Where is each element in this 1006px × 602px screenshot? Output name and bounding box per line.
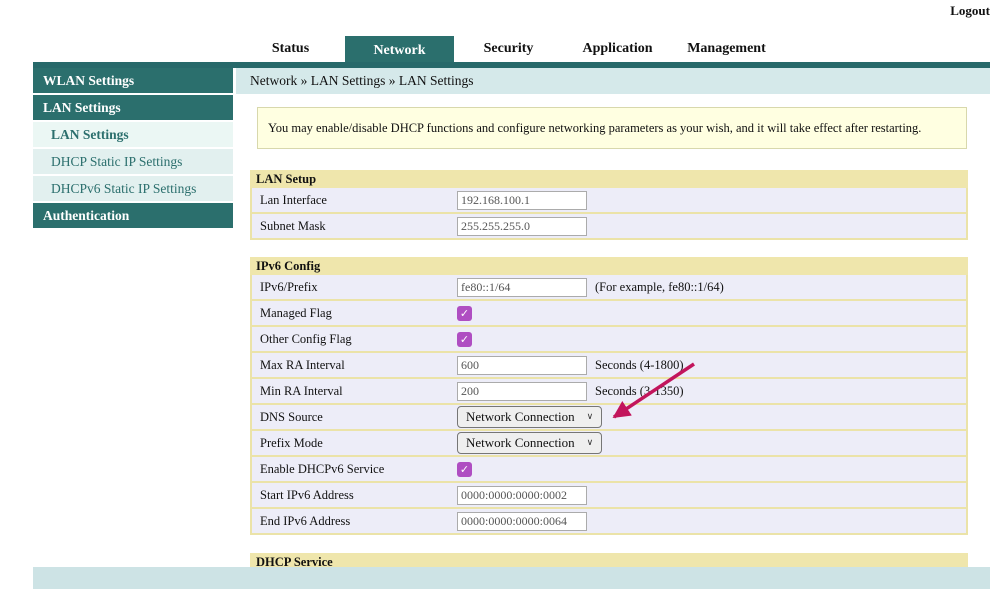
- lan-interface-label: Lan Interface: [252, 193, 457, 208]
- field-control: (For example, fe80::1/64): [457, 278, 966, 297]
- field-note: (For example, fe80::1/64): [595, 280, 724, 295]
- field-control: Network Connection ∨: [457, 432, 966, 454]
- select-value: Network Connection: [466, 409, 575, 425]
- enable-dhcpv6-service-label: Enable DHCPv6 Service: [252, 462, 457, 477]
- form-row-ipv6-prefix: IPv6/Prefix (For example, fe80::1/64): [252, 275, 966, 299]
- logout-link[interactable]: Logout: [950, 3, 990, 19]
- chevron-down-icon: ∨: [587, 412, 594, 422]
- field-control: [457, 217, 966, 236]
- sidebar-item-dhcp-static-ip-settings[interactable]: DHCP Static IP Settings: [33, 149, 233, 176]
- footer-band: [33, 567, 990, 589]
- tab-status[interactable]: Status: [236, 36, 345, 62]
- dns-source-select[interactable]: Network Connection ∨: [457, 406, 602, 428]
- prefix-mode-select[interactable]: Network Connection ∨: [457, 432, 602, 454]
- tab-management[interactable]: Management: [672, 36, 781, 62]
- ipv6-prefix-input[interactable]: [457, 278, 587, 297]
- field-control: [457, 512, 966, 531]
- field-note: Seconds (4-1800): [595, 358, 684, 373]
- end-ipv6-address-input[interactable]: [457, 512, 587, 531]
- start-ipv6-address-label: Start IPv6 Address: [252, 488, 457, 503]
- sidebar-menu: WLAN SettingsLAN SettingsLAN SettingsDHC…: [33, 68, 233, 230]
- other-config-flag-checkbox[interactable]: ✓: [457, 332, 472, 347]
- select-value: Network Connection: [466, 435, 575, 451]
- enable-dhcpv6-service-checkbox[interactable]: ✓: [457, 462, 472, 477]
- subnet-mask-input[interactable]: [457, 217, 587, 236]
- managed-flag-label: Managed Flag: [252, 306, 457, 321]
- form-row-dns-source: DNS Source Network Connection ∨: [252, 403, 966, 429]
- tab-security[interactable]: Security: [454, 36, 563, 62]
- form-row-max-ra-interval: Max RA Interval Seconds (4-1800): [252, 351, 966, 377]
- min-ra-interval-label: Min RA Interval: [252, 384, 457, 399]
- field-control: ✓: [457, 306, 966, 321]
- sidebar-group-authentication[interactable]: Authentication: [33, 203, 233, 230]
- min-ra-interval-input[interactable]: [457, 382, 587, 401]
- subnet-mask-label: Subnet Mask: [252, 219, 457, 234]
- ipv6-prefix-label: IPv6/Prefix: [252, 280, 457, 295]
- field-control: Network Connection ∨: [457, 406, 966, 428]
- field-control: Seconds (4-1800): [457, 356, 966, 375]
- breadcrumb: Network » LAN Settings » LAN Settings: [236, 68, 990, 94]
- max-ra-interval-label: Max RA Interval: [252, 358, 457, 373]
- section-lan-setup: LAN Setup Lan Interface Subnet Mask: [250, 170, 968, 240]
- section-body: Lan Interface Subnet Mask: [250, 188, 968, 240]
- form-row-managed-flag: Managed Flag✓: [252, 299, 966, 325]
- end-ipv6-address-label: End IPv6 Address: [252, 514, 457, 529]
- max-ra-interval-input[interactable]: [457, 356, 587, 375]
- form-row-prefix-mode: Prefix Mode Network Connection ∨: [252, 429, 966, 455]
- notice-text: You may enable/disable DHCP functions an…: [268, 121, 921, 136]
- section-ipv6-config: IPv6 Config IPv6/Prefix (For example, fe80…: [250, 257, 968, 535]
- sidebar-item-dhcpv6-static-ip-settings[interactable]: DHCPv6 Static IP Settings: [33, 176, 233, 203]
- notice-box: You may enable/disable DHCP functions an…: [257, 107, 967, 149]
- field-control: ✓: [457, 332, 966, 347]
- other-config-flag-label: Other Config Flag: [252, 332, 457, 347]
- form-row-lan-interface: Lan Interface: [252, 188, 966, 212]
- field-control: [457, 191, 966, 210]
- sidebar-item-lan-settings[interactable]: LAN Settings: [33, 122, 233, 149]
- chevron-down-icon: ∨: [587, 438, 594, 448]
- section-title-ipv6-config: IPv6 Config: [250, 257, 968, 275]
- field-note: Seconds (3-1350): [595, 384, 684, 399]
- sidebar-group-wlan-settings[interactable]: WLAN Settings: [33, 68, 233, 95]
- form-row-other-config-flag: Other Config Flag✓: [252, 325, 966, 351]
- form-row-enable-dhcpv6-service: Enable DHCPv6 Service✓: [252, 455, 966, 481]
- section-title-lan-setup: LAN Setup: [250, 170, 968, 188]
- field-control: [457, 486, 966, 505]
- form-row-end-ipv6-address: End IPv6 Address: [252, 507, 966, 533]
- prefix-mode-label: Prefix Mode: [252, 436, 457, 451]
- form-row-start-ipv6-address: Start IPv6 Address: [252, 481, 966, 507]
- dns-source-label: DNS Source: [252, 410, 457, 425]
- managed-flag-checkbox[interactable]: ✓: [457, 306, 472, 321]
- field-control: Seconds (3-1350): [457, 382, 966, 401]
- tab-application[interactable]: Application: [563, 36, 672, 62]
- start-ipv6-address-input[interactable]: [457, 486, 587, 505]
- lan-interface-input[interactable]: [457, 191, 587, 210]
- form-row-min-ra-interval: Min RA Interval Seconds (3-1350): [252, 377, 966, 403]
- sidebar-group-lan-settings[interactable]: LAN Settings: [33, 95, 233, 122]
- field-control: ✓: [457, 462, 966, 477]
- form-row-subnet-mask: Subnet Mask: [252, 212, 966, 238]
- section-body: IPv6/Prefix (For example, fe80::1/64)Mana…: [250, 275, 968, 535]
